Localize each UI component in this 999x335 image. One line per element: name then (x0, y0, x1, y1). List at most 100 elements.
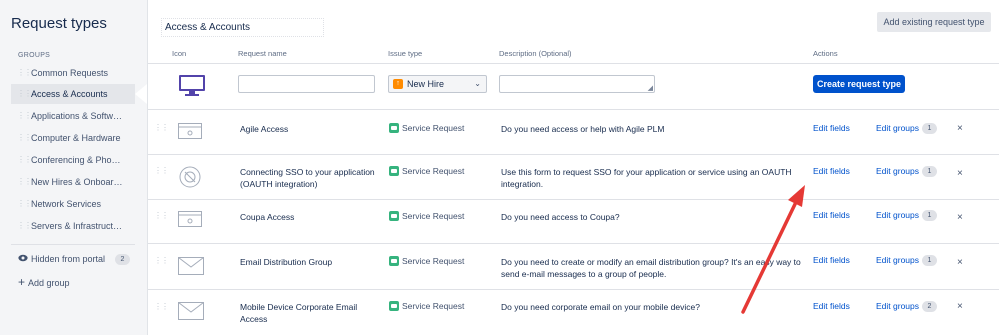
sidebar-item-applications-software[interactable]: ⋮⋮ Applications & Softw… (11, 106, 135, 126)
plus-icon: + (18, 275, 26, 289)
issue-type-selected: New Hire (407, 79, 445, 89)
group-count-badge: 1 (922, 255, 937, 266)
service-request-icon (389, 256, 399, 266)
sidebar-item-label: Servers & Infrastruct… (31, 221, 123, 231)
edit-groups-link[interactable]: Edit groups (876, 301, 919, 311)
eye-icon (18, 254, 28, 264)
sidebar-item-servers-infrastructure[interactable]: ⋮⋮ Servers & Infrastruct… (11, 216, 135, 236)
group-count-badge: 1 (922, 210, 937, 221)
edit-groups-link[interactable]: Edit groups (876, 210, 919, 220)
sidebar-item-network-services[interactable]: ⋮⋮ Network Services (11, 194, 135, 214)
sidebar-item-label: New Hires & Onboar… (31, 177, 123, 187)
request-name: Agile Access (240, 124, 289, 134)
table-row: ⋮⋮ Agile Access Service Request Do you n… (148, 110, 999, 155)
edit-fields-link[interactable]: Edit fields (813, 301, 850, 311)
drag-handle-icon[interactable]: ⋮⋮ (17, 194, 32, 214)
drag-handle-icon[interactable]: ⋮⋮ (154, 123, 169, 132)
drag-handle-icon[interactable]: ⋮⋮ (154, 302, 169, 311)
add-group-button[interactable]: + Add group (18, 275, 70, 289)
issue-type-label: Service Request (402, 166, 465, 176)
request-name-input[interactable] (238, 75, 375, 93)
service-request-icon (389, 301, 399, 311)
hidden-count-badge: 2 (115, 254, 130, 265)
drag-handle-icon[interactable]: ⋮⋮ (17, 172, 32, 192)
group-count-badge: 1 (922, 166, 937, 177)
issue-type: Service Request (389, 166, 464, 176)
drag-handle-icon[interactable]: ⋮⋮ (17, 216, 32, 236)
create-request-type-button[interactable]: Create request type (813, 75, 905, 93)
envelope-icon[interactable] (178, 302, 204, 322)
edit-groups-link[interactable]: Edit groups (876, 123, 919, 133)
request-name: Mobile Device Corporate Email Access (240, 302, 358, 324)
group-count-badge: 1 (922, 123, 937, 134)
column-header-description: Description (Optional) (499, 49, 572, 58)
close-icon[interactable]: × (957, 212, 963, 223)
sidebar-item-label: Common Requests (31, 68, 109, 78)
issue-type: Service Request (389, 211, 464, 221)
sidebar-title: Request types (11, 15, 107, 32)
computer-icon[interactable] (178, 74, 206, 100)
header-divider (148, 63, 999, 64)
request-description: Do you need access or help with Agile PL… (501, 124, 665, 134)
sidebar-item-label: Access & Accounts (31, 89, 108, 99)
drag-handle-icon[interactable]: ⋮⋮ (17, 84, 32, 104)
add-group-label: Add group (28, 278, 70, 288)
envelope-icon[interactable] (178, 257, 204, 277)
drag-handle-icon[interactable]: ⋮⋮ (17, 106, 32, 126)
issue-type: Service Request (389, 301, 464, 311)
request-description: Do you need corporate email on your mobi… (501, 302, 700, 312)
sidebar-item-access-accounts[interactable]: ⋮⋮ Access & Accounts (11, 84, 135, 104)
drag-handle-icon[interactable]: ⋮⋮ (17, 63, 32, 83)
drag-handle-icon[interactable]: ⋮⋮ (154, 166, 169, 175)
drag-handle-icon[interactable]: ⋮⋮ (154, 256, 169, 265)
sidebar-item-label: Network Services (31, 199, 102, 209)
close-icon[interactable]: × (957, 168, 963, 179)
sidebar-item-computer-hardware[interactable]: ⋮⋮ Computer & Hardware (11, 128, 135, 148)
issue-type: Service Request (389, 123, 464, 133)
table-row: ⋮⋮ Mobile Device Corporate Email Access … (148, 290, 999, 335)
issue-type-label: Service Request (402, 256, 465, 266)
sidebar-divider (11, 244, 135, 245)
table-row: ⋮⋮ Coupa Access Service Request Do you n… (148, 200, 999, 244)
hidden-from-portal-label: Hidden from portal (31, 254, 106, 264)
sidebar-item-label: Applications & Softw… (31, 111, 123, 121)
close-icon[interactable]: × (957, 301, 963, 312)
issue-type-label: Service Request (402, 211, 465, 221)
group-name-field[interactable]: Access & Accounts (161, 18, 324, 37)
edit-fields-link[interactable]: Edit fields (813, 255, 850, 265)
issue-type-label: Service Request (402, 123, 465, 133)
resize-handle-icon[interactable]: ◢ (648, 84, 653, 92)
issue-type-select[interactable]: ↑ New Hire ⌄ (388, 75, 487, 93)
sync-icon[interactable] (178, 165, 202, 191)
edit-fields-link[interactable]: Edit fields (813, 123, 850, 133)
chevron-down-icon: ⌄ (474, 79, 481, 88)
request-description: Do you need access to Coupa? (501, 212, 620, 222)
drag-handle-icon[interactable]: ⋮⋮ (17, 150, 32, 170)
service-request-icon (389, 211, 399, 221)
sidebar-item-label: Conferencing & Pho… (31, 155, 121, 165)
close-icon[interactable]: × (957, 257, 963, 268)
table-row: ⋮⋮ Connecting SSO to your application (O… (148, 155, 999, 200)
add-existing-request-type-button[interactable]: Add existing request type (877, 12, 991, 32)
edit-groups-link[interactable]: Edit groups (876, 166, 919, 176)
close-icon[interactable]: × (957, 123, 963, 134)
sidebar-item-conferencing-phones[interactable]: ⋮⋮ Conferencing & Pho… (11, 150, 135, 170)
column-header-actions: Actions (813, 49, 838, 58)
window-icon[interactable] (178, 211, 202, 229)
request-description: Do you need to create or modify an email… (501, 257, 801, 279)
column-header-request-name: Request name (238, 49, 287, 58)
edit-fields-link[interactable]: Edit fields (813, 210, 850, 220)
sidebar-item-common-requests[interactable]: ⋮⋮ Common Requests (11, 63, 135, 83)
drag-handle-icon[interactable]: ⋮⋮ (17, 128, 32, 148)
sidebar: Request types GROUPS ⋮⋮ Common Requests … (0, 0, 148, 335)
description-input[interactable]: ◢ (499, 75, 655, 93)
hidden-from-portal-link[interactable]: Hidden from portal (18, 254, 105, 264)
request-name: Connecting SSO to your application (OAUT… (240, 167, 375, 189)
edit-groups-link[interactable]: Edit groups (876, 255, 919, 265)
drag-handle-icon[interactable]: ⋮⋮ (154, 211, 169, 220)
edit-fields-link[interactable]: Edit fields (813, 166, 850, 176)
service-request-icon (389, 166, 399, 176)
window-icon[interactable] (178, 123, 202, 141)
sidebar-item-new-hires-onboarding[interactable]: ⋮⋮ New Hires & Onboar… (11, 172, 135, 192)
service-request-icon (389, 123, 399, 133)
